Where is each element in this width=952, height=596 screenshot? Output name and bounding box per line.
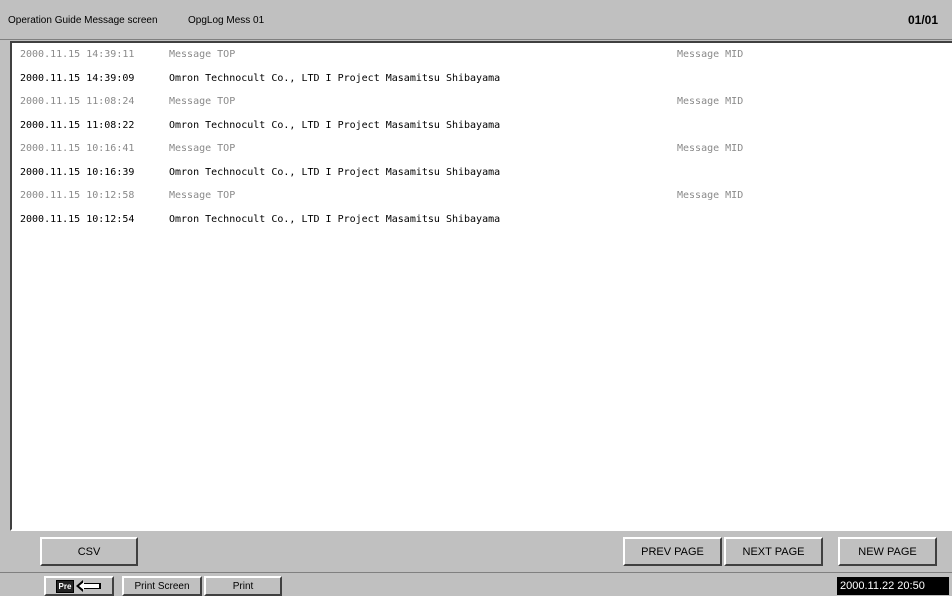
log-mid: Message MID: [677, 143, 744, 154]
pre-label: Pre: [55, 579, 75, 593]
next-page-button[interactable]: NEXT PAGE: [724, 537, 823, 566]
log-message: Omron Technocult Co., LTD I Project Masa…: [169, 213, 501, 225]
log-row: 2000.11.15 10:12:58 Message TOP Message …: [12, 184, 952, 208]
log-row: 2000.11.15 11:08:22 Omron Technocult Co.…: [12, 114, 952, 138]
log-message: Message TOP: [169, 49, 236, 60]
log-row: 2000.11.15 14:39:11 Message TOP Message …: [12, 43, 952, 67]
arrow-left-icon: [76, 580, 102, 592]
print-screen-button[interactable]: Print Screen: [122, 576, 202, 596]
log-timestamp: 2000.11.15 10:16:39: [20, 166, 135, 178]
back-arrow-icon: Pre: [55, 579, 103, 593]
page-indicator: 01/01: [907, 13, 938, 27]
log-row: 2000.11.15 10:12:54 Omron Technocult Co.…: [12, 208, 952, 232]
log-timestamp: 2000.11.15 14:39:09: [20, 72, 135, 84]
print-button[interactable]: Print: [204, 576, 282, 596]
log-timestamp: 2000.11.15 10:12:58: [20, 190, 135, 201]
log-mid: Message MID: [677, 96, 744, 107]
log-timestamp: 2000.11.15 14:39:11: [20, 49, 135, 60]
log-message: Omron Technocult Co., LTD I Project Masa…: [169, 72, 501, 84]
log-message: Omron Technocult Co., LTD I Project Masa…: [169, 119, 501, 131]
log-timestamp: 2000.11.15 11:08:24: [20, 96, 135, 107]
log-timestamp: 2000.11.15 10:16:41: [20, 143, 135, 154]
screen-title: Operation Guide Message screen: [8, 15, 158, 26]
pre-button[interactable]: Pre: [44, 576, 114, 596]
log-row: 2000.11.15 10:16:39 Omron Technocult Co.…: [12, 161, 952, 185]
screen-header: Operation Guide Message screen OpgLog Me…: [0, 0, 952, 40]
log-message: Message TOP: [169, 190, 236, 201]
log-mid: Message MID: [677, 49, 744, 60]
message-log-list[interactable]: 2000.11.15 14:39:11 Message TOP Message …: [10, 41, 952, 531]
log-row: 2000.11.15 10:16:41 Message TOP Message …: [12, 137, 952, 161]
log-timestamp: 2000.11.15 11:08:22: [20, 119, 135, 131]
log-mid: Message MID: [677, 190, 744, 201]
datetime-display: 2000.11.22 20:50: [837, 577, 949, 595]
new-page-button[interactable]: NEW PAGE: [838, 537, 937, 566]
log-row: 2000.11.15 11:08:24 Message TOP Message …: [12, 90, 952, 114]
csv-button[interactable]: CSV: [40, 537, 138, 566]
prev-page-button[interactable]: PREV PAGE: [623, 537, 722, 566]
screen-id: OpgLog Mess 01: [188, 15, 265, 26]
status-bar: Pre Print Screen Print 2000.11.22 20:50: [0, 572, 952, 596]
log-message: Message TOP: [169, 96, 236, 107]
log-timestamp: 2000.11.15 10:12:54: [20, 213, 135, 225]
log-message: Omron Technocult Co., LTD I Project Masa…: [169, 166, 501, 178]
log-message: Message TOP: [169, 143, 236, 154]
log-row: 2000.11.15 14:39:09 Omron Technocult Co.…: [12, 67, 952, 91]
